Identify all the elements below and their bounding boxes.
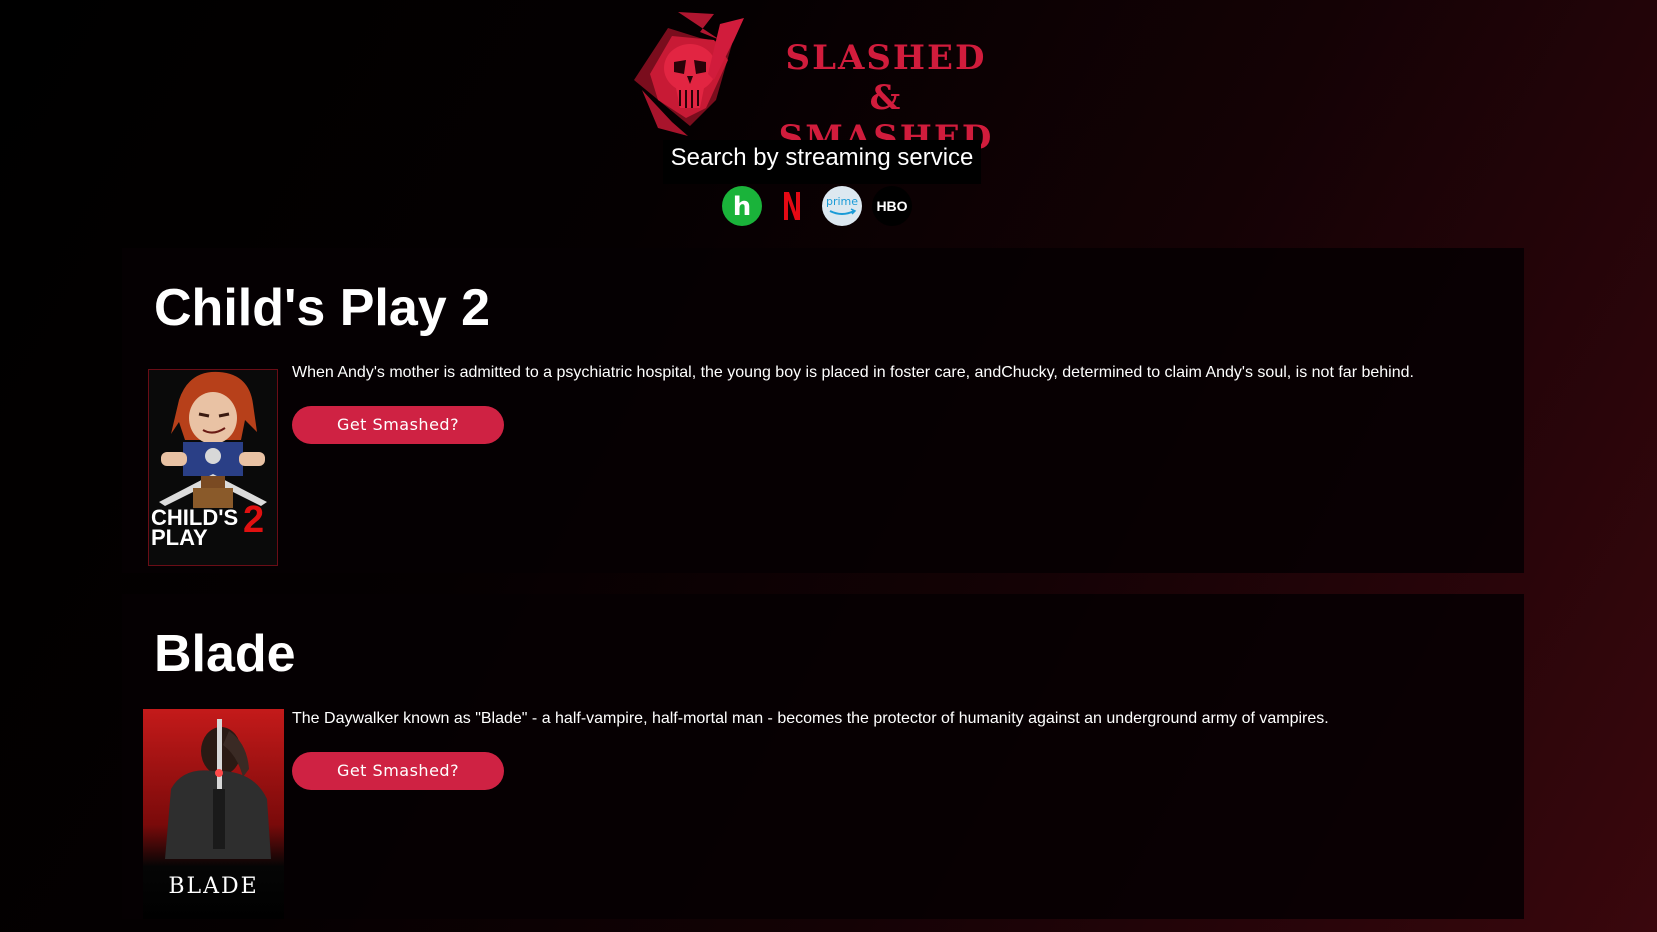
netflix-glyph-icon — [784, 192, 800, 220]
svg-text:HBO: HBO — [876, 198, 907, 214]
netflix-icon[interactable] — [772, 186, 812, 226]
hbo-icon[interactable]: HBO — [872, 186, 912, 226]
movie-title: Child's Play 2 — [154, 279, 491, 337]
movie-description: When Andy's mother is admitted to a psyc… — [292, 364, 1414, 381]
movie-poster[interactable]: CHILD'S PLAY 2 — [148, 369, 278, 566]
search-by-service-label: Search by streaming service — [663, 140, 981, 184]
get-smashed-button[interactable]: Get Smashed? — [292, 752, 504, 790]
poster-title-text: BLADE — [168, 874, 259, 899]
prime-glyph-icon: prime — [826, 195, 858, 215]
get-smashed-button[interactable]: Get Smashed? — [292, 406, 504, 444]
poster-text-line2: PLAY — [151, 525, 208, 550]
skull-logo-icon — [634, 12, 744, 136]
prime-video-icon[interactable]: prime — [822, 186, 862, 226]
poster-title-text: CHILD'S PLAY 2 — [151, 499, 277, 550]
movie-card: Blade BLADE The Daywalker known as "Blad… — [122, 594, 1524, 919]
poster-text-number: 2 — [243, 499, 265, 541]
movie-card: Child's Play 2 CHILD'S PLAY 2 When Andy's… — [122, 248, 1524, 573]
site-logo[interactable]: SLASHED & SMASHED — [628, 10, 1008, 158]
svg-text:prime: prime — [826, 195, 858, 208]
movie-poster[interactable]: BLADE — [143, 709, 284, 919]
hulu-glyph-icon: h — [733, 192, 752, 222]
movie-description: The Daywalker known as "Blade" - a half-… — [292, 710, 1329, 727]
hulu-icon[interactable]: h — [722, 186, 762, 226]
site-header: SLASHED & SMASHED Search by streaming se… — [0, 0, 1657, 240]
movie-title: Blade — [154, 625, 296, 683]
svg-text:h: h — [733, 192, 752, 222]
hbo-glyph-icon: HBO — [876, 198, 907, 214]
streaming-service-filter: h prime HBO — [720, 186, 920, 228]
logo-title-line1: SLASHED & — [785, 38, 987, 118]
